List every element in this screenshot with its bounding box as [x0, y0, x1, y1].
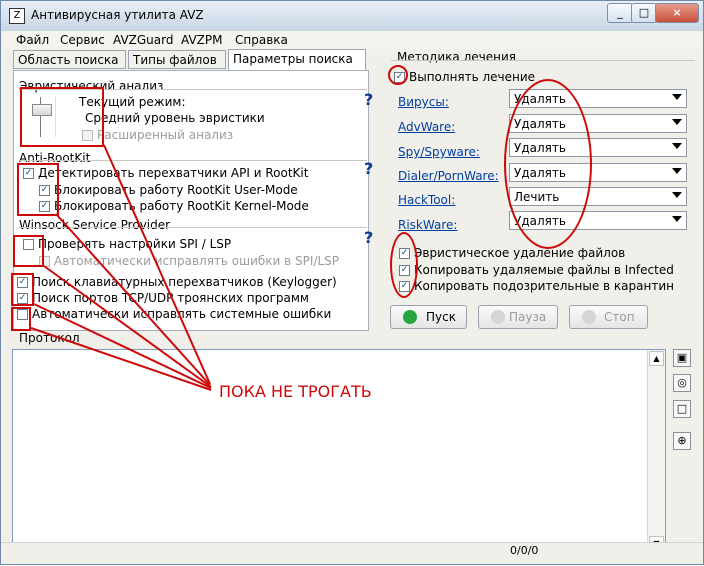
advware-treatment-link[interactable]: AdvWare:: [398, 120, 455, 134]
annotation-box-heuristic: [20, 87, 104, 147]
heuristic-delete-label: Эвристическое удаление файлов: [414, 246, 626, 260]
maximize-button[interactable]: □: [631, 3, 657, 23]
stop-icon: [582, 310, 596, 324]
menu-bar: Файл Сервис AVZGuard AVZPM Справка: [1, 31, 703, 49]
status-counter: 0/0/0: [510, 544, 539, 557]
protocol-scrollbar[interactable]: ▲ ▼: [647, 350, 665, 552]
detect-api-label: Детектировать перехватчики API и RootKit: [38, 166, 309, 180]
close-button[interactable]: ×: [655, 3, 699, 23]
tab-file-types[interactable]: Типы файлов: [128, 50, 226, 69]
spyware-treatment-link[interactable]: Spy/Spyware:: [398, 145, 480, 159]
save-icon[interactable]: ▣: [673, 349, 691, 367]
hacktool-treatment-link[interactable]: HackTool:: [398, 193, 455, 207]
start-label: Пуск: [426, 310, 456, 324]
protocol-log[interactable]: ▲ ▼: [12, 349, 666, 553]
scroll-up-icon[interactable]: ▲: [649, 351, 664, 366]
menu-file[interactable]: Файл: [16, 33, 49, 47]
tab-search-area[interactable]: Область поиска: [13, 50, 126, 69]
annotation-text: ПОКА НЕ ТРОГАТЬ: [219, 382, 372, 401]
document-icon[interactable]: □: [673, 400, 691, 418]
dialer-treatment-link[interactable]: Dialer/PornWare:: [398, 169, 499, 183]
auto-fix-spi-label: Автоматически исправлять ошибки в SPI/LS…: [54, 254, 340, 268]
annotation-ellipse-copy-options: [390, 232, 418, 298]
antirootkit-help-icon[interactable]: ?: [364, 159, 373, 178]
heuristic-help-icon[interactable]: ?: [364, 90, 373, 109]
riskware-treatment-link[interactable]: RiskWare:: [398, 218, 457, 232]
annotation-circle-treatment: [388, 65, 408, 85]
status-bar: 0/0/0: [1, 542, 703, 563]
menu-avzpm[interactable]: AVZPM: [181, 33, 222, 47]
trojan-ports-label: Поиск портов TCP/UDP троянских программ: [32, 291, 309, 305]
avz-window: Z Антивирусная утилита AVZ _ □ × Файл Се…: [0, 0, 704, 565]
keylogger-label: Поиск клавиатурных перехватчиков (Keylog…: [32, 275, 337, 289]
menu-help[interactable]: Справка: [235, 33, 288, 47]
perform-treatment-label: Выполнять лечение: [409, 70, 536, 84]
stop-label: Стоп: [604, 310, 635, 324]
pause-button: Пауза: [478, 305, 558, 329]
check-spi-label: Проверять настройки SPI / LSP: [38, 237, 232, 251]
stop-button: Стоп: [569, 305, 648, 329]
winsock-label: Winsock Service Provider: [19, 218, 171, 232]
annotation-box-winsock: [13, 235, 44, 267]
menu-service[interactable]: Сервис: [60, 33, 105, 47]
pause-icon: [491, 310, 505, 324]
tab-search-parameters[interactable]: Параметры поиска: [228, 49, 366, 70]
window-title: Антивирусная утилита AVZ: [31, 8, 204, 22]
pause-label: Пауза: [509, 310, 547, 324]
current-mode-value: Средний уровень эвристики: [85, 111, 265, 125]
extended-analysis-label: Расширенный анализ: [97, 128, 234, 142]
glasses-icon[interactable]: ◎: [673, 374, 691, 392]
titlebar: Z Антивирусная утилита AVZ _ □ ×: [1, 1, 703, 32]
start-button[interactable]: Пуск: [390, 305, 467, 329]
chevron-down-icon: [672, 143, 682, 149]
chevron-down-icon: [672, 168, 682, 174]
network-icon[interactable]: ⊕: [673, 432, 691, 450]
minimize-button[interactable]: _: [607, 3, 633, 23]
annotation-box-scan-options: [11, 273, 34, 306]
chevron-down-icon: [672, 216, 682, 222]
copy-quarantine-label: Копировать подозрительные в карантин: [414, 279, 674, 293]
treatment-divider: [391, 60, 695, 62]
play-icon: [403, 310, 417, 324]
menu-avzguard[interactable]: AVZGuard: [113, 33, 173, 47]
block-user-mode-label: Блокировать работу RootKit User-Mode: [54, 183, 298, 197]
chevron-down-icon: [672, 119, 682, 125]
winsock-help-icon[interactable]: ?: [364, 228, 373, 247]
antirootkit-divider: [19, 160, 367, 162]
annotation-ellipse-actions: [504, 79, 592, 249]
block-kernel-mode-label: Блокировать работу RootKit Kernel-Mode: [54, 199, 309, 213]
winsock-divider: [19, 227, 367, 229]
auto-fix-system-label: Автоматически исправлять системные ошибк…: [32, 307, 332, 321]
copy-infected-label: Копировать удаляемые файлы в Infected: [414, 263, 674, 277]
app-icon: Z: [9, 8, 25, 24]
chevron-down-icon: [672, 94, 682, 100]
chevron-down-icon: [672, 192, 682, 198]
annotation-box-antirootkit: [17, 163, 59, 216]
protocol-label: Протокол: [19, 331, 80, 345]
virus-treatment-link[interactable]: Вирусы:: [398, 95, 449, 109]
annotation-box-autofix: [11, 307, 31, 331]
